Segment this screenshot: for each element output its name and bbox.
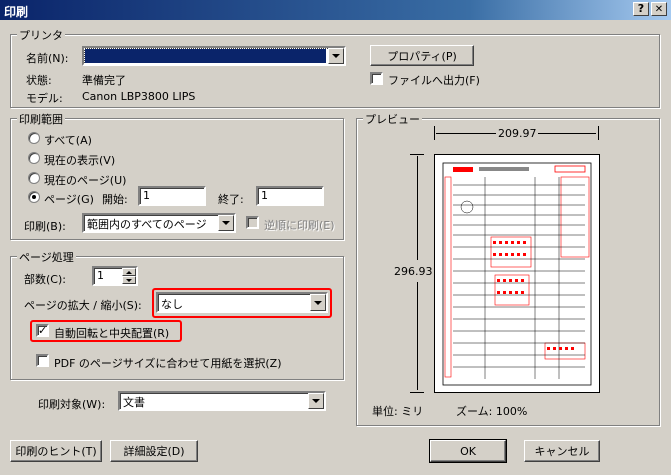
cancel-button[interactable]: キャンセル [524, 440, 600, 462]
width-dim-line-left [436, 133, 496, 134]
reverse-order-label: 逆順に印刷(E) [264, 219, 335, 232]
pdf-size-checkbox[interactable] [36, 354, 49, 367]
preview-height: 296.93 [394, 265, 433, 278]
print-subset-value: 範囲内のすべてのページ [87, 218, 207, 231]
window-title: 印刷 [4, 5, 29, 19]
range-all-radio[interactable] [28, 132, 40, 144]
print-to-file-label: ファイルへ出力(F) [388, 74, 480, 87]
spin-up-icon[interactable] [122, 268, 136, 276]
model-label: モデル: [26, 92, 63, 105]
properties-button[interactable]: プロパティ(P) [370, 45, 474, 66]
spin-down-icon[interactable] [122, 276, 136, 284]
close-icon: ✕ [654, 4, 664, 15]
model-value: Canon LBP3800 LIPS [82, 90, 196, 103]
copies-stepper[interactable]: 1 [92, 266, 138, 286]
chevron-down-icon[interactable] [308, 393, 324, 409]
print-what-label: 印刷対象(W): [38, 398, 106, 411]
checkmark-icon: ✓ [38, 324, 48, 337]
range-all-label: すべて(A) [44, 134, 92, 147]
printer-name-label: 名前(N): [26, 52, 69, 65]
scaling-label: ページの拡大 / 縮小(S): [24, 299, 142, 312]
height-dim-line-bottom [417, 282, 418, 390]
ok-button[interactable]: OK [429, 439, 507, 463]
copies-spin-buttons[interactable] [122, 268, 136, 284]
width-dim-left-tick [434, 126, 435, 140]
start-page-input[interactable]: 1 [138, 186, 206, 206]
print-subset-label: 印刷(B): [24, 220, 66, 233]
print-what-value: 文書 [123, 396, 145, 409]
preview-width: 209.97 [498, 127, 537, 140]
chevron-down-icon[interactable] [218, 215, 234, 231]
help-button[interactable]: ? [633, 2, 649, 16]
status-label: 状態: [26, 74, 52, 87]
auto-rotate-label: 自動回転と中央配置(R) [54, 327, 170, 340]
auto-rotate-checkbox[interactable]: ✓ [36, 324, 49, 337]
end-label: 終了: [218, 193, 244, 206]
height-dim-bottom-tick [410, 392, 424, 393]
start-label: 開始: [102, 193, 128, 206]
preview-group-label: プレビュー [363, 111, 422, 127]
preview-zoom: ズーム: 100% [456, 405, 528, 418]
close-button[interactable]: ✕ [651, 2, 667, 16]
height-dim-line-top [417, 156, 418, 260]
print-subset-combo[interactable]: 範囲内のすべてのページ [82, 213, 236, 233]
print-what-combo[interactable]: 文書 [118, 391, 326, 411]
advanced-button[interactable]: 詳細設定(D) [110, 440, 198, 462]
height-dim-top-tick [410, 154, 424, 155]
end-page-input[interactable]: 1 [256, 186, 324, 206]
range-pages-radio[interactable] [28, 191, 40, 203]
tax-form-thumbnail [442, 162, 592, 386]
print-hints-button[interactable]: 印刷のヒント(T) [10, 440, 102, 462]
chevron-down-icon[interactable] [328, 48, 344, 64]
print-range-group-label: 印刷範囲 [17, 111, 65, 127]
width-dim-right-tick [598, 126, 599, 140]
range-current-view-radio[interactable] [28, 152, 40, 164]
pdf-size-label: PDF のページサイズに合わせて用紙を選択(Z) [54, 357, 282, 370]
range-pages-label: ページ(G) [44, 193, 94, 206]
copies-label: 部数(C): [24, 273, 66, 286]
scaling-value: なし [161, 298, 183, 311]
copies-value: 1 [97, 269, 104, 282]
print-to-file-checkbox[interactable] [370, 72, 383, 85]
scaling-combo[interactable]: なし [156, 292, 328, 313]
printer-group-label: プリンタ [17, 27, 65, 43]
chevron-down-icon[interactable] [310, 294, 326, 311]
start-page-value: 1 [143, 189, 150, 202]
end-page-value: 1 [261, 189, 268, 202]
title-bar: 印刷 ? ✕ [0, 0, 671, 20]
range-current-view-label: 現在の表示(V) [44, 154, 116, 167]
printer-name-combo[interactable] [82, 46, 346, 66]
status-value: 準備完了 [82, 74, 126, 87]
page-preview-thumbnail [434, 154, 600, 393]
width-dim-line-right [538, 133, 596, 134]
page-handling-group-label: ページ処理 [17, 249, 76, 265]
preview-unit: 単位: ミリ [372, 405, 424, 418]
range-current-page-label: 現在のページ(U) [44, 174, 127, 187]
range-current-page-radio[interactable] [28, 172, 40, 184]
reverse-order-checkbox[interactable] [246, 216, 259, 229]
printer-name-selection [84, 48, 327, 64]
